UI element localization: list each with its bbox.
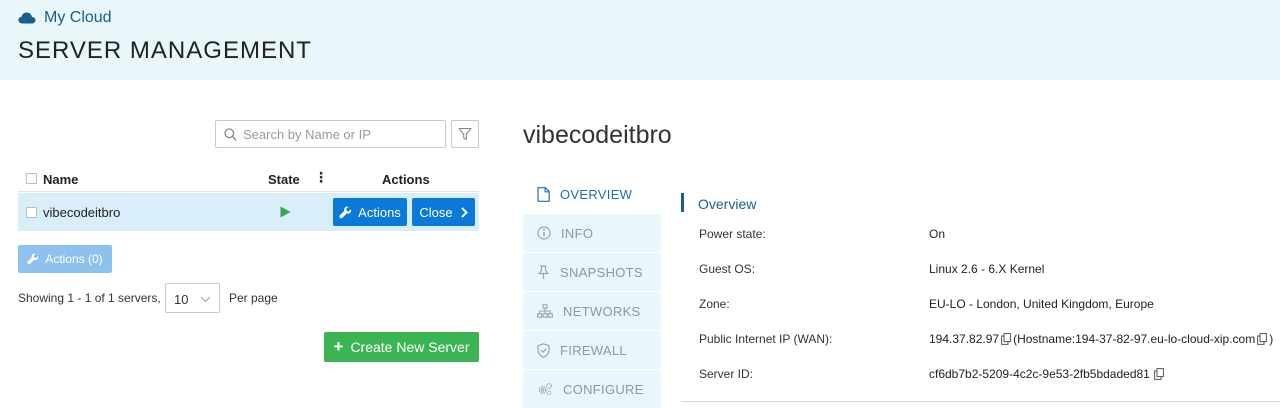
overview-section: Overview Power state: On Guest OS: Linux…: [681, 193, 1280, 403]
gears-icon: [538, 382, 553, 396]
per-page-select[interactable]: 10: [165, 283, 220, 313]
bulk-actions-label: Actions (0): [45, 252, 103, 266]
server-id-label: Server ID:: [699, 367, 754, 381]
filter-button[interactable]: [451, 120, 479, 148]
search-input[interactable]: [243, 126, 433, 142]
select-all-checkbox[interactable]: [26, 173, 37, 184]
public-ip-label: Public Internet IP (WAN):: [699, 332, 833, 346]
wrench-icon: [339, 206, 352, 218]
copy-ip-icon[interactable]: [1001, 333, 1011, 345]
power-state-text: On: [929, 227, 946, 241]
search-box[interactable]: [215, 120, 446, 148]
filter-icon: [458, 127, 472, 141]
tab-overview[interactable]: OVERVIEW: [523, 175, 661, 213]
tab-snapshots-label: SNAPSHOTS: [560, 264, 643, 280]
shield-icon: [537, 342, 550, 358]
hostname-prefix: (Hostname:: [1013, 332, 1076, 346]
server-id-value: cf6db7b2-5209-4c2c-9e53-2fb5bdaded81: [929, 367, 1166, 381]
search-icon: [224, 127, 237, 141]
create-server-label: Create New Server: [350, 339, 470, 355]
server-name-cell[interactable]: vibecodeitbro: [43, 205, 120, 220]
network-icon: [537, 304, 553, 318]
info-icon: [537, 226, 551, 240]
app-header: My Cloud SERVER MANAGEMENT: [0, 0, 1280, 80]
column-options-icon[interactable]: ⋮: [314, 170, 328, 184]
guest-os-value: Linux 2.6 - 6.X Kernel: [929, 262, 1044, 276]
page-title: SERVER MANAGEMENT: [18, 37, 312, 64]
copy-hostname-icon[interactable]: [1257, 333, 1268, 345]
server-detail-title: vibecodeitbro: [523, 121, 672, 149]
table-row[interactable]: vibecodeitbro Actions Close: [18, 193, 479, 231]
guest-os-label: Guest OS:: [699, 262, 756, 276]
detail-tabs: OVERVIEW INFO SNAPSHOTS NETWORKS FIREWAL…: [523, 175, 661, 408]
tab-snapshots[interactable]: SNAPSHOTS: [523, 253, 661, 291]
running-state-icon: [280, 206, 291, 218]
wrench-icon: [27, 253, 39, 265]
copy-server-id-icon[interactable]: [1153, 368, 1164, 380]
table-header: Name State ⋮ Actions: [18, 167, 479, 192]
column-header-actions: Actions: [382, 172, 430, 187]
bulk-actions-button[interactable]: Actions (0): [18, 245, 112, 273]
tab-firewall-label: FIREWALL: [560, 342, 627, 358]
tab-info-label: INFO: [561, 225, 594, 241]
per-page-label: Per page: [229, 291, 278, 305]
document-icon: [537, 186, 550, 202]
public-ip-value: 194.37.82.97 (Hostname: 194-37-82-97.eu-…: [929, 332, 1273, 346]
row-actions-label: Actions: [358, 204, 401, 220]
brand[interactable]: My Cloud: [18, 9, 112, 27]
tab-networks[interactable]: NETWORKS: [523, 292, 661, 330]
section-divider: [681, 401, 1280, 402]
tab-firewall[interactable]: FIREWALL: [523, 331, 661, 369]
pin-icon: [538, 264, 549, 279]
column-header-name[interactable]: Name: [43, 172, 78, 187]
brand-label: My Cloud: [44, 9, 112, 26]
hostname-text: 194-37-82-97.eu-lo-cloud-xip.com: [1075, 332, 1256, 346]
chevron-right-icon: [460, 206, 468, 218]
public-ip-text: 194.37.82.97: [929, 332, 1000, 346]
row-close-button[interactable]: Close: [412, 198, 475, 226]
zone-text: EU-LO - London, United Kingdom, Europe: [929, 297, 1154, 311]
column-header-state[interactable]: State: [268, 172, 300, 187]
guest-os-text: Linux 2.6 - 6.X Kernel: [929, 262, 1045, 276]
tab-configure-label: CONFIGURE: [563, 381, 644, 397]
tab-overview-label: OVERVIEW: [560, 186, 633, 202]
overview-section-title: Overview: [698, 196, 757, 212]
hostname-suffix: ): [1269, 332, 1274, 346]
tab-info[interactable]: INFO: [523, 214, 661, 252]
server-id-text: cf6db7b2-5209-4c2c-9e53-2fb5bdaded81: [929, 367, 1150, 381]
chevron-down-icon: [200, 296, 211, 303]
row-close-label: Close: [419, 204, 453, 220]
row-checkbox[interactable]: [26, 207, 37, 218]
plus-icon: +: [333, 337, 344, 356]
section-accent-bar: [681, 193, 684, 212]
server-table: Name State ⋮ Actions vibecodeitbro Actio…: [18, 167, 479, 231]
row-actions-button[interactable]: Actions: [333, 198, 407, 226]
cloud-icon: [18, 12, 36, 24]
tab-configure[interactable]: CONFIGURE: [523, 370, 661, 408]
pagination-summary: Showing 1 - 1 of 1 servers,: [18, 291, 161, 305]
create-server-button[interactable]: + Create New Server: [324, 332, 479, 362]
per-page-value: 10: [174, 292, 189, 307]
power-state-value: On: [929, 227, 945, 241]
zone-value: EU-LO - London, United Kingdom, Europe: [929, 297, 1154, 311]
tab-networks-label: NETWORKS: [563, 303, 641, 319]
power-state-label: Power state:: [699, 227, 766, 241]
zone-label: Zone:: [699, 297, 730, 311]
